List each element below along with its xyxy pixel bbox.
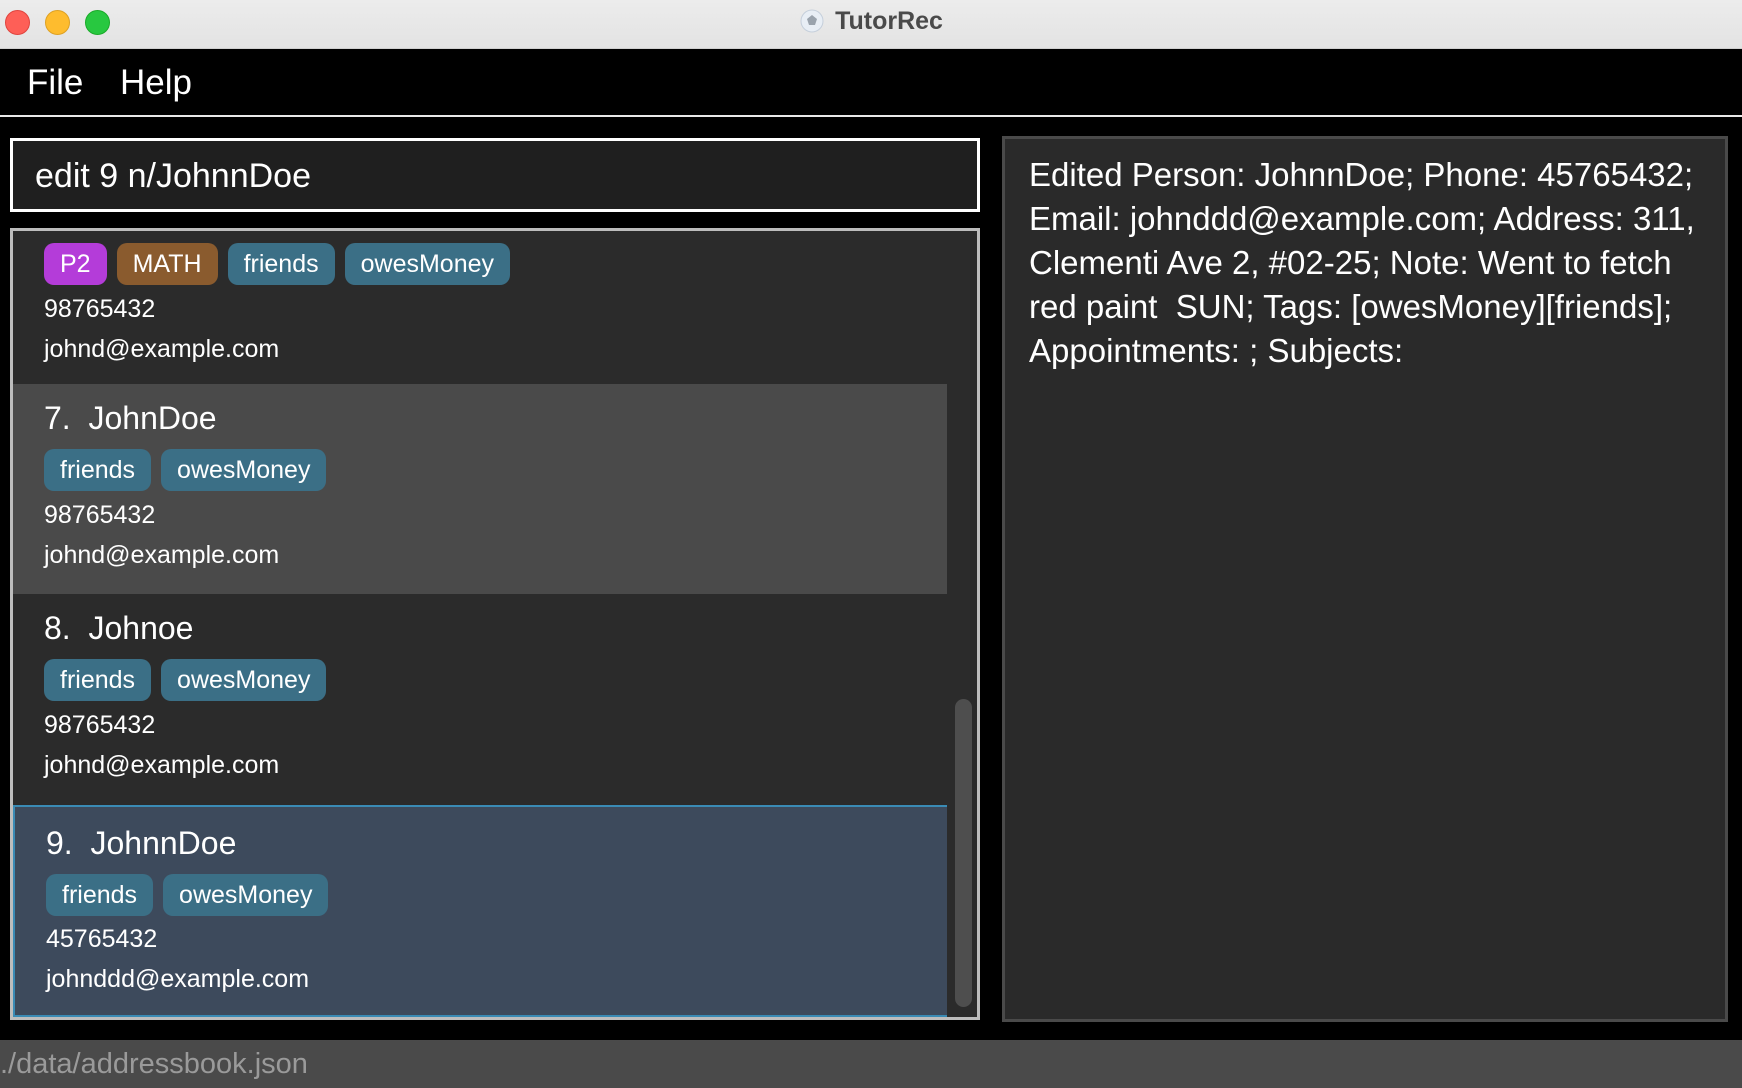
title-bar: TutorRec [0,0,1742,49]
tag: friends [44,659,152,701]
person-email: johnddd@example.com [46,965,310,993]
person-card[interactable]: 8. Johnoe friends owesMoney 98765432 joh… [13,594,949,804]
tag: friends [46,874,154,916]
result-message: Edited Person: JohnnDoe; Phone: 45765432… [1029,156,1704,369]
tag-list: friends owesMoney [44,449,327,491]
tag-list: P2 MATH friends owesMoney [44,243,511,285]
tag-list: friends owesMoney [44,659,327,701]
person-name: 9. JohnnDoe [46,825,237,861]
person-phone: 98765432 [44,711,156,739]
person-phone: 45765432 [46,925,158,953]
app-logo-icon [799,8,825,34]
tag: owesMoney [344,243,511,285]
tag: owesMoney [161,659,327,701]
person-card[interactable]: 7. JohnDoe friends owesMoney 98765432 jo… [13,384,949,594]
person-phone: 98765432 [44,501,156,529]
person-phone: 98765432 [44,295,156,323]
command-box [10,138,980,212]
person-list: P2 MATH friends owesMoney 98765432 johnd… [13,231,949,1017]
person-name: 7. JohnDoe [44,400,217,436]
command-input[interactable] [35,153,935,199]
window-title: TutorRec [835,6,943,35]
tag: friends [44,449,152,491]
save-file-path: ./data/addressbook.json [0,1048,308,1080]
status-bar: ./data/addressbook.json [0,1040,1742,1088]
person-card[interactable]: P2 MATH friends owesMoney 98765432 johnd… [13,231,949,384]
person-email: johnd@example.com [44,541,280,569]
level-tag: P2 [44,243,107,285]
subject-tag: MATH [116,243,218,285]
menu-bar: File Help [0,49,1742,117]
person-email: johnd@example.com [44,335,280,363]
tag: owesMoney [161,449,327,491]
person-list-panel: P2 MATH friends owesMoney 98765432 johnd… [10,228,980,1020]
result-display-panel: Edited Person: JohnnDoe; Phone: 45765432… [1002,136,1728,1022]
tag: owesMoney [163,874,329,916]
person-name: 8. Johnoe [44,610,194,646]
list-scrollbar[interactable] [947,231,977,1017]
person-email: johnd@example.com [44,751,280,779]
window-title-group: TutorRec [0,0,1742,42]
tag-list: friends owesMoney [46,874,329,916]
person-card-selected[interactable]: 9. JohnnDoe friends owesMoney 45765432 j… [13,805,949,1017]
menu-file[interactable]: File [27,63,83,103]
menu-help[interactable]: Help [120,63,192,103]
tag: friends [227,243,335,285]
scrollbar-thumb[interactable] [955,699,972,1007]
